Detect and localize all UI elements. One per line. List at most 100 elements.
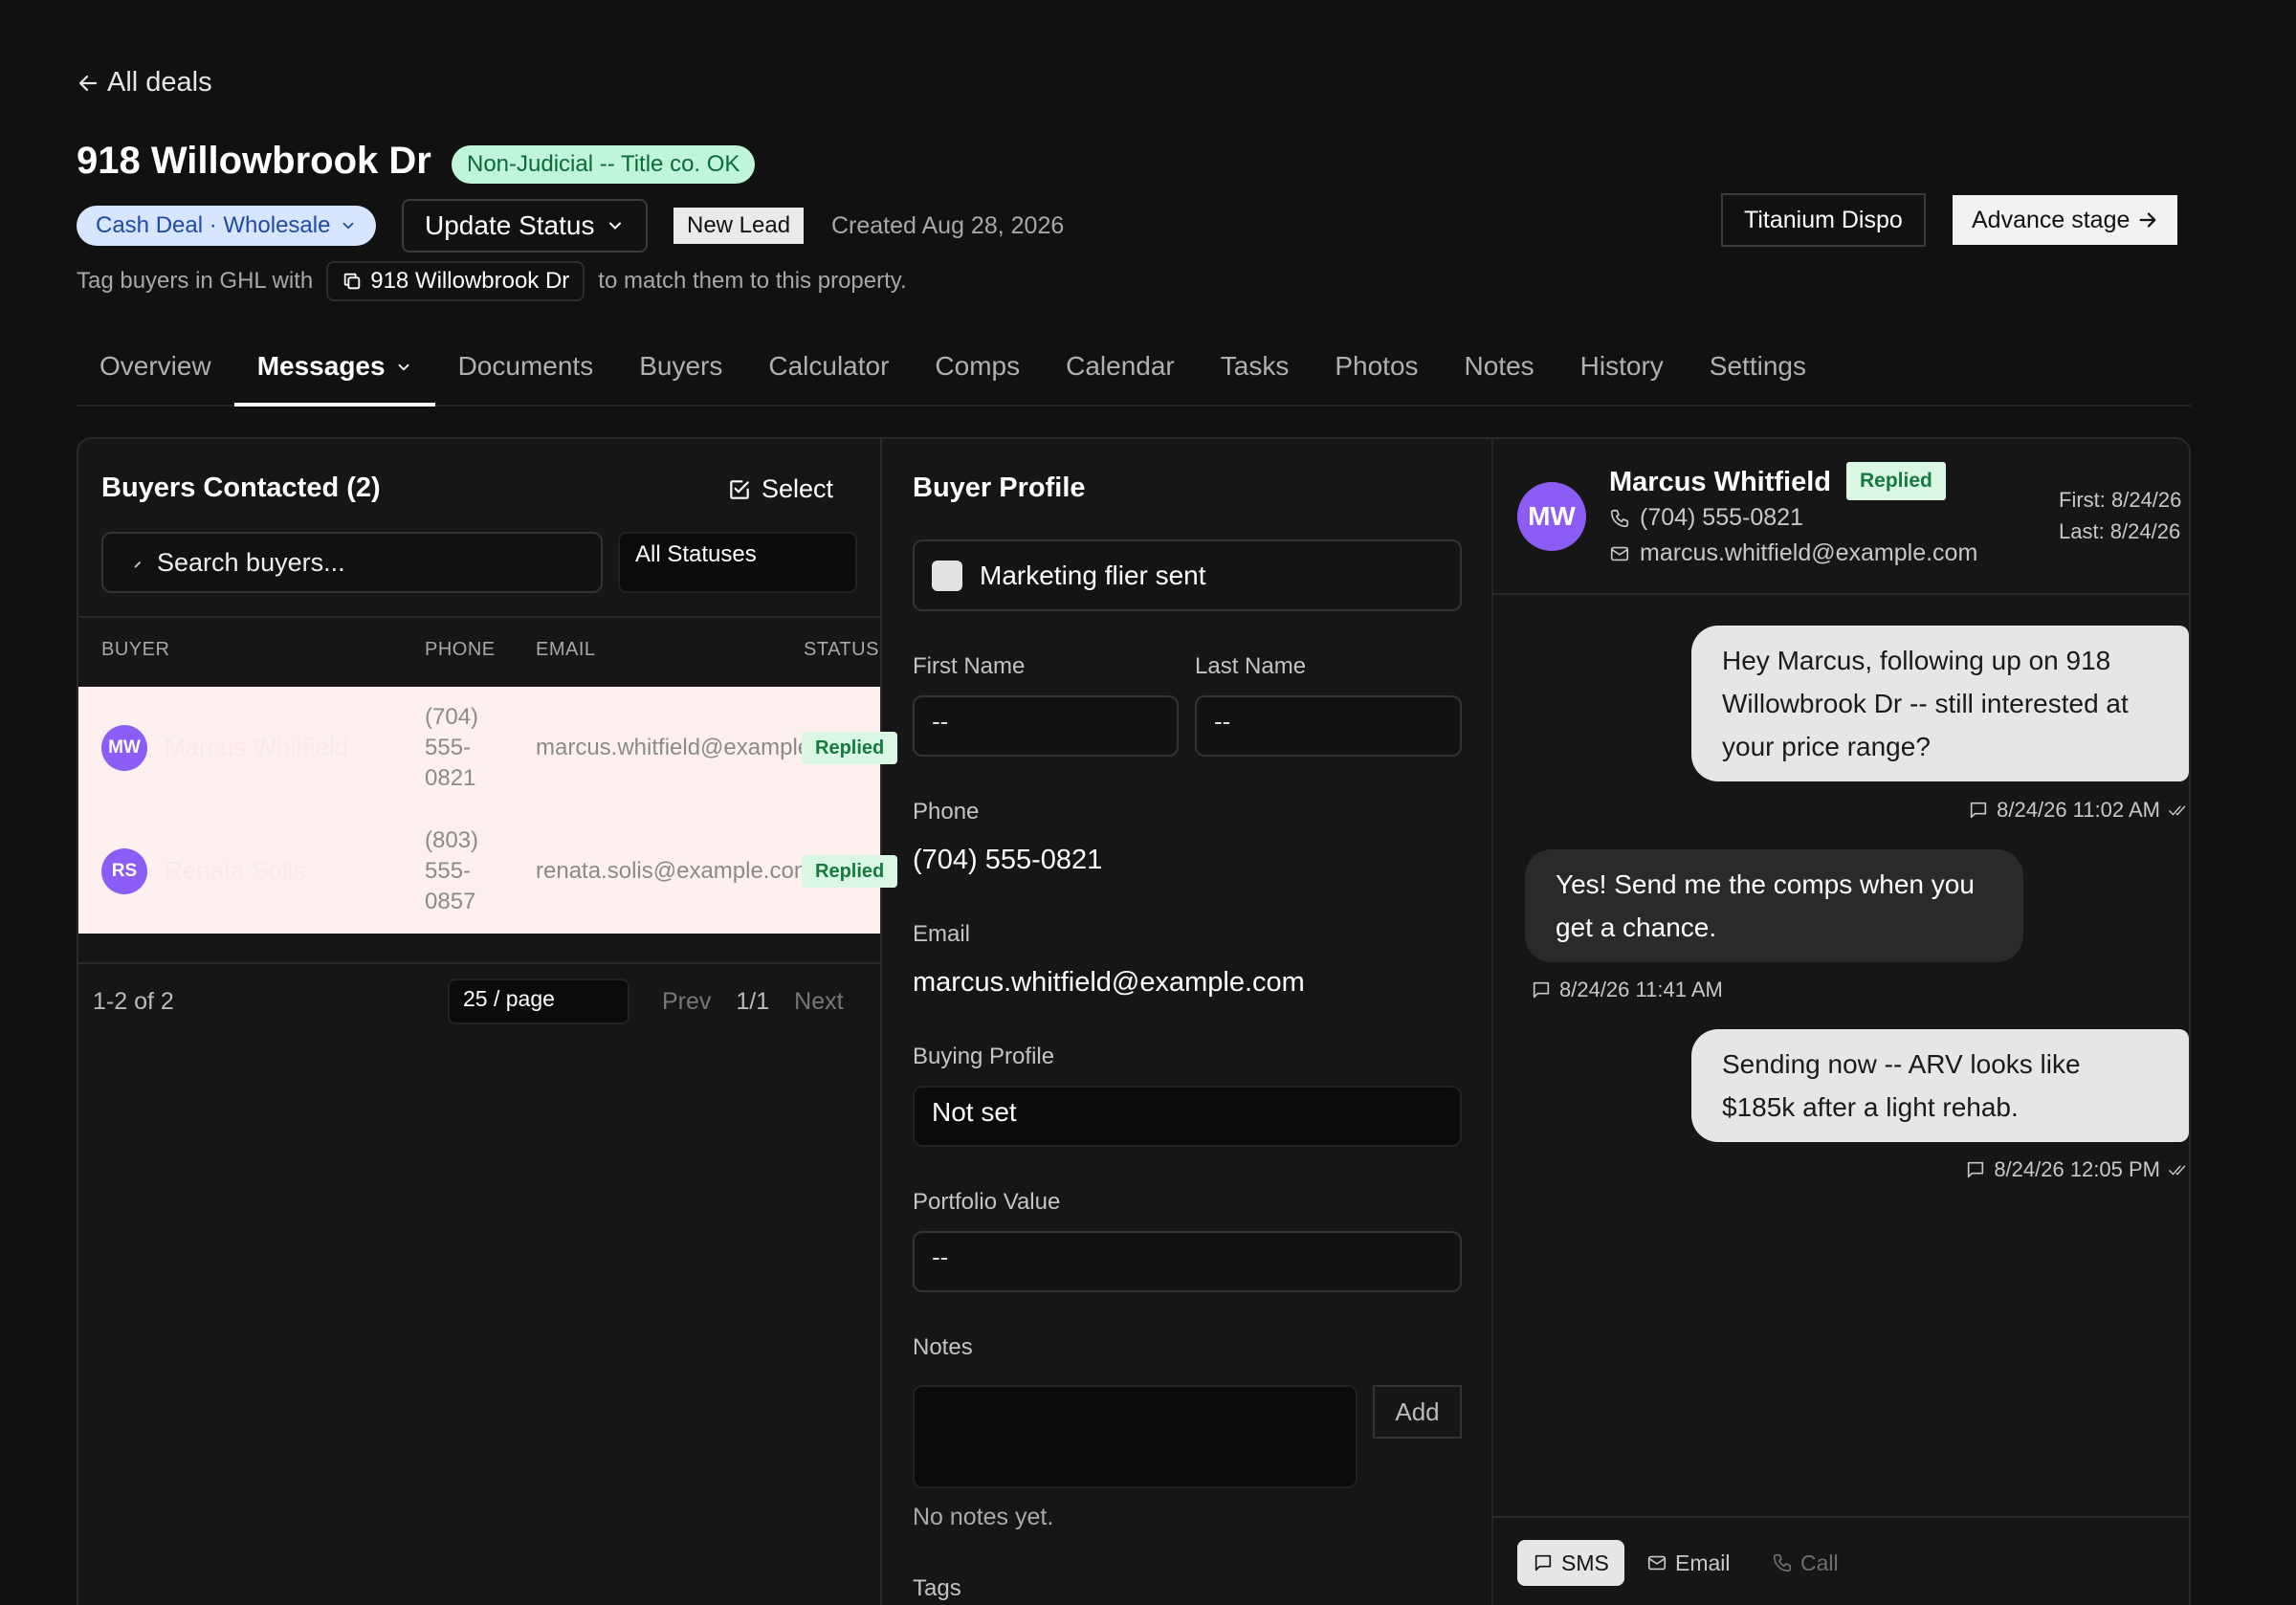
checkbox-icon: [727, 477, 752, 502]
table-row[interactable]: MW Marcus Whitfield (704) 555- 0821 marc…: [78, 687, 898, 810]
tab-settings[interactable]: Settings: [1687, 340, 1829, 405]
search-icon: [132, 556, 145, 569]
status-badge: Replied: [802, 855, 898, 888]
tab-label: Overview: [99, 351, 211, 381]
tab-notes[interactable]: Notes: [1442, 340, 1557, 405]
channel-label: Call: [1800, 1550, 1839, 1575]
buyers-table-body: MW Marcus Whitfield (704) 555- 0821 marc…: [78, 687, 898, 934]
flier-label: Marketing flier sent: [980, 560, 1206, 590]
tab-label: Settings: [1709, 351, 1806, 381]
column-header-status[interactable]: STATUS: [804, 639, 879, 661]
chat-icon: [1968, 800, 1989, 821]
tab-label: Documents: [457, 351, 594, 381]
phone-icon: [1609, 508, 1630, 529]
tab-label: Notes: [1464, 351, 1534, 381]
tag-hint-suffix: to match them to this property.: [598, 268, 907, 294]
chevron-down-icon: [395, 359, 412, 376]
phone-label: Phone: [913, 799, 980, 824]
chat-header-divider: [1493, 593, 2190, 595]
tab-tasks[interactable]: Tasks: [1198, 340, 1313, 405]
mail-icon: [1646, 1552, 1667, 1573]
double-check-icon: [2168, 1159, 2189, 1180]
column-header-email[interactable]: EMAIL: [536, 639, 596, 661]
tab-overview[interactable]: Overview: [77, 340, 234, 405]
double-check-icon: [2168, 800, 2189, 821]
first-name-field[interactable]: --: [913, 695, 1179, 757]
tab-comps[interactable]: Comps: [912, 340, 1043, 405]
flier-checkbox[interactable]: [932, 560, 962, 591]
message-meta: 8/24/26 12:05 PM: [1965, 1157, 2189, 1182]
mail-icon: [1609, 543, 1630, 564]
advance-stage-button[interactable]: Advance stage: [1953, 195, 2178, 245]
page-size-select[interactable]: 25 / page: [448, 978, 629, 1024]
next-page-button[interactable]: Next: [794, 988, 843, 1016]
phone-line: 555-: [425, 735, 472, 760]
tab-history[interactable]: History: [1557, 340, 1687, 405]
channel-label: SMS: [1561, 1550, 1609, 1575]
prev-page-button[interactable]: Prev: [662, 988, 711, 1016]
tab-calendar[interactable]: Calendar: [1043, 340, 1198, 405]
email-value: marcus.whitfield@example.com: [913, 967, 1305, 998]
contact-phone[interactable]: (704) 555-0821: [1609, 504, 1803, 532]
phone-line: 555-: [425, 858, 472, 884]
titanium-dispo-button[interactable]: Titanium Dispo: [1721, 193, 1926, 247]
contact-email[interactable]: marcus.whitfield@example.com: [1609, 539, 1977, 567]
tab-label: Photos: [1335, 351, 1419, 381]
back-label: All deals: [107, 67, 212, 98]
update-status-label: Update Status: [425, 210, 595, 240]
message-bubble-incoming: Yes! Send me the comps when you get a ch…: [1525, 849, 2023, 962]
tag-hint-prefix: Tag buyers in GHL with: [77, 268, 314, 294]
select-label: Select: [762, 474, 834, 503]
marketing-flier-toggle[interactable]: Marketing flier sent: [913, 539, 1462, 611]
copy-icon: [342, 271, 363, 292]
deal-tabs: Overview Messages Documents Buyers Calcu…: [77, 340, 2191, 407]
channel-tab-email[interactable]: Email: [1631, 1540, 1746, 1586]
channel-tab-call[interactable]: Call: [1756, 1540, 1854, 1586]
status-filter-select[interactable]: All Statuses: [618, 532, 857, 593]
phone-line: 0857: [425, 889, 476, 914]
first-contact-date: First: 8/24/26: [2059, 488, 2182, 512]
tab-messages[interactable]: Messages: [233, 340, 435, 407]
tab-label: Calculator: [768, 351, 890, 381]
notes-textarea[interactable]: [913, 1385, 1358, 1488]
column-header-buyer[interactable]: BUYER: [101, 639, 169, 661]
buying-profile-label: Buying Profile: [913, 1044, 1055, 1069]
tab-documents[interactable]: Documents: [435, 340, 617, 405]
last-name-field[interactable]: --: [1195, 695, 1462, 757]
add-note-button[interactable]: Add: [1373, 1385, 1462, 1439]
search-input[interactable]: Search buyers...: [101, 532, 603, 593]
copy-tag-chip[interactable]: 918 Willowbrook Dr: [326, 261, 585, 301]
status-badge: Replied: [1846, 462, 1946, 500]
deal-type-label: Cash Deal · Wholesale: [96, 212, 331, 238]
buying-profile-select[interactable]: Not set: [913, 1086, 1462, 1147]
tab-label: Tasks: [1220, 351, 1290, 381]
avatar: MW: [1517, 482, 1586, 551]
tab-buyers[interactable]: Buyers: [616, 340, 745, 405]
table-row[interactable]: RS Renata Solis (803) 555- 0857 renata.s…: [78, 810, 898, 934]
message-bubble-outgoing: Sending now -- ARV looks like $185k afte…: [1691, 1029, 2189, 1142]
buyer-phone: (704) 555- 0821: [425, 702, 478, 794]
message-meta: 8/24/26 11:41 AM: [1531, 978, 1723, 1002]
chat-icon: [1531, 979, 1552, 1000]
phone-icon: [1772, 1552, 1793, 1573]
tab-calculator[interactable]: Calculator: [745, 340, 912, 405]
column-header-phone[interactable]: PHONE: [425, 639, 496, 661]
buyer-name: Renata Solis: [165, 856, 306, 885]
chat-icon: [1965, 1159, 1986, 1180]
arrow-left-icon: [77, 72, 99, 95]
tab-label: Buyers: [639, 351, 723, 381]
channel-tab-sms[interactable]: SMS: [1517, 1540, 1624, 1586]
contact-email-text: marcus.whitfield@example.com: [1640, 539, 1978, 566]
avatar: MW: [101, 725, 147, 771]
back-to-deals-link[interactable]: All deals: [77, 67, 212, 99]
select-button[interactable]: Select: [727, 474, 833, 504]
deal-type-dropdown[interactable]: Cash Deal · Wholesale: [77, 206, 377, 246]
notes-label: Notes: [913, 1334, 973, 1360]
update-status-button[interactable]: Update Status: [402, 199, 649, 253]
buyers-contacted-title: Buyers Contacted (2): [101, 473, 381, 503]
chat-icon: [1533, 1552, 1554, 1573]
column-divider: [880, 437, 882, 1605]
buyer-name: Marcus Whitfield: [165, 733, 349, 761]
portfolio-value-field[interactable]: --: [913, 1231, 1462, 1292]
tab-photos[interactable]: Photos: [1312, 340, 1441, 405]
